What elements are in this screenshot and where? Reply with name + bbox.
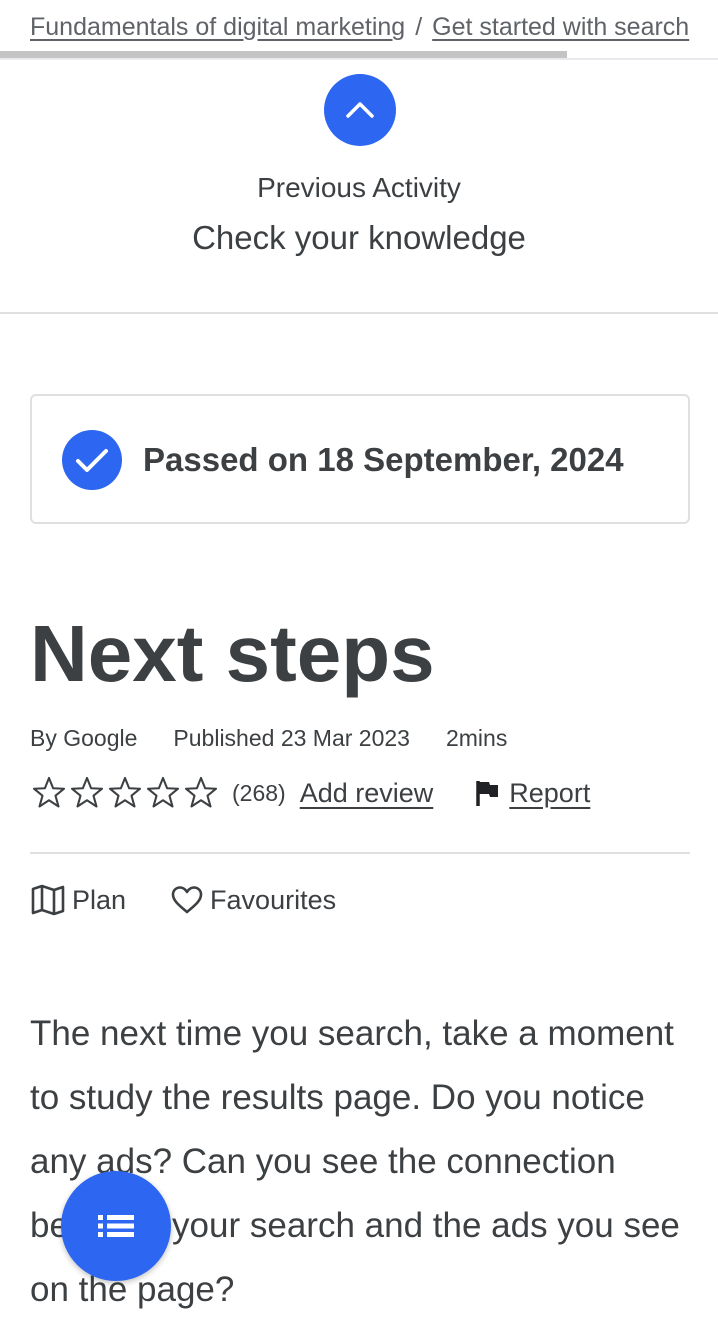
author-text: By Google bbox=[30, 725, 138, 751]
previous-activity-button[interactable] bbox=[324, 74, 396, 146]
progress-bar bbox=[0, 51, 567, 58]
heart-icon bbox=[171, 886, 203, 914]
duration-text: 2mins bbox=[445, 725, 508, 751]
star-icon[interactable] bbox=[68, 774, 106, 812]
actions-divider bbox=[30, 852, 690, 854]
check-icon bbox=[62, 430, 122, 490]
favourites-label: Favourites bbox=[210, 884, 337, 915]
breadcrumb-item-module[interactable]: Get started with search bbox=[432, 13, 689, 41]
list-icon bbox=[98, 1215, 134, 1237]
table-of-contents-button[interactable] bbox=[61, 1171, 171, 1281]
section-divider bbox=[0, 312, 718, 314]
rating-row: (268) Add review Report bbox=[30, 772, 590, 814]
lesson-meta: By Google Published 23 Mar 2023 2mins bbox=[30, 722, 543, 754]
actions-row: Plan Favourites bbox=[30, 878, 336, 922]
previous-activity-label: Previous Activity bbox=[257, 172, 461, 203]
passed-status-card: Passed on 18 September, 2024 bbox=[30, 394, 690, 524]
plan-button[interactable]: Plan bbox=[30, 884, 126, 916]
map-icon bbox=[31, 884, 65, 916]
star-rating[interactable] bbox=[30, 774, 220, 812]
report-button[interactable]: Report bbox=[475, 778, 590, 809]
favourites-button[interactable]: Favourites bbox=[170, 885, 336, 916]
star-icon[interactable] bbox=[144, 774, 182, 812]
breadcrumb-separator: / bbox=[415, 13, 423, 41]
chevron-up-icon bbox=[346, 102, 374, 118]
add-review-link[interactable]: Add review bbox=[300, 778, 434, 809]
header-divider bbox=[0, 58, 718, 60]
star-icon[interactable] bbox=[30, 774, 68, 812]
flag-icon bbox=[476, 781, 499, 806]
star-icon[interactable] bbox=[106, 774, 144, 812]
published-date: Published 23 Mar 2023 bbox=[173, 725, 410, 751]
plan-label: Plan bbox=[72, 884, 127, 915]
page-title: Next steps bbox=[30, 609, 435, 698]
breadcrumb: Fundamentals of digital marketing / Get st… bbox=[30, 10, 718, 44]
breadcrumb-item-course[interactable]: Fundamentals of digital marketing bbox=[30, 13, 405, 41]
previous-activity-title[interactable]: Check your knowledge bbox=[0, 218, 718, 258]
review-count: (268) bbox=[232, 779, 286, 806]
passed-status-text: Passed on 18 September, 2024 bbox=[143, 441, 624, 478]
report-label: Report bbox=[509, 777, 591, 808]
star-icon[interactable] bbox=[182, 774, 220, 812]
